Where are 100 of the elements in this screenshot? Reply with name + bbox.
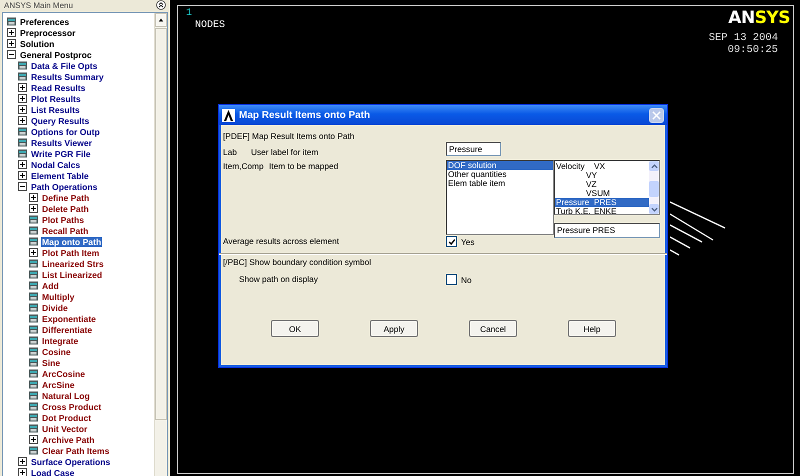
menu-item[interactable]: Element Table	[30, 170, 90, 180]
menu-item[interactable]: Divide	[41, 302, 69, 312]
command-icon	[7, 17, 16, 26]
field-label: User label for item	[251, 147, 318, 157]
menu-item[interactable]: Preferences	[19, 16, 70, 26]
menu-item[interactable]: Archive Path	[41, 434, 96, 444]
menu-item[interactable]: General Postproc	[19, 50, 93, 60]
menu-item[interactable]: List Linearized	[41, 270, 104, 280]
expander-icon[interactable]	[18, 457, 27, 466]
command-icon	[18, 127, 27, 136]
collapse-icon[interactable]	[156, 0, 166, 10]
menu-item[interactable]: Add	[41, 280, 60, 290]
menu-item[interactable]: Define Path	[41, 192, 90, 202]
menu-item[interactable]: Dot Product	[41, 412, 92, 422]
expander-icon[interactable]	[29, 435, 38, 444]
menu-item[interactable]: List Results	[30, 104, 81, 114]
menu-item[interactable]: Cosine	[41, 346, 72, 356]
scroll-up-button[interactable]	[155, 13, 167, 27]
expander-icon[interactable]	[18, 116, 27, 125]
expander-icon[interactable]	[18, 94, 27, 103]
menu-item[interactable]: Write PGR File	[30, 148, 92, 158]
menu-item[interactable]: Options for Outp	[30, 126, 101, 136]
expander-icon[interactable]	[7, 28, 16, 37]
menu-item[interactable]: Multiply	[41, 292, 76, 302]
expander-icon[interactable]	[18, 105, 27, 114]
expander-icon[interactable]	[29, 204, 38, 213]
checkbox[interactable]	[446, 236, 457, 247]
command-icon	[18, 61, 27, 70]
menu-item[interactable]: Clear Path Items	[41, 446, 110, 456]
menu-item[interactable]: Delete Path	[41, 204, 90, 214]
dialog-button[interactable]: OK	[271, 320, 319, 337]
expander-icon[interactable]	[29, 193, 38, 202]
menu-item[interactable]: Cross Product	[41, 402, 102, 412]
expander-icon[interactable]	[18, 468, 27, 476]
command-label: [/PBC] Show boundary condition symbol	[223, 257, 372, 268]
scroll-thumb[interactable]	[155, 28, 167, 420]
list-option[interactable]: Velocity VX	[555, 162, 649, 171]
dialog-button[interactable]: Apply	[370, 320, 418, 337]
menu-item[interactable]: ArcCosine	[41, 368, 86, 378]
expander-icon[interactable]	[29, 248, 38, 257]
command-label: [PDEF] Map Result Items onto Path	[223, 131, 356, 142]
menu-item[interactable]: Recall Path	[41, 226, 90, 236]
expander-icon[interactable]	[18, 83, 27, 92]
scrollbar[interactable]	[154, 13, 167, 476]
list-option[interactable]: Elem table item	[447, 179, 553, 188]
menu-item[interactable]: Differentiate	[41, 324, 94, 334]
checkbox[interactable]	[446, 274, 457, 285]
dialog-button[interactable]: Help	[568, 320, 616, 337]
command-icon	[29, 446, 38, 455]
list-option[interactable]: Pressure PRES	[555, 198, 649, 207]
menu-item[interactable]: ArcSine	[41, 380, 76, 390]
command-icon	[29, 336, 38, 345]
option-label: Show path on display	[238, 274, 319, 285]
expander-icon[interactable]	[7, 50, 16, 59]
expander-icon[interactable]	[18, 160, 27, 169]
scroll-thumb[interactable]	[649, 181, 659, 197]
command-icon	[29, 303, 38, 312]
scrollbar[interactable]	[649, 161, 659, 214]
menu-item[interactable]: Plot Paths	[41, 214, 86, 224]
menu-item[interactable]: Linearized Strs	[41, 258, 105, 268]
list-option[interactable]: VY	[555, 171, 649, 180]
list-option[interactable]: VSUM	[555, 189, 649, 198]
menu-item[interactable]: Map onto Path	[41, 236, 102, 246]
expander-icon[interactable]	[7, 39, 16, 48]
menu-item[interactable]: Integrate	[41, 336, 80, 346]
menu-item[interactable]: Exponentiate	[41, 314, 97, 324]
list-option[interactable]: Other quantities	[447, 170, 553, 179]
menu-item[interactable]: Plot Path Item	[41, 248, 100, 258]
scroll-down-button[interactable]	[649, 204, 659, 214]
command-icon	[29, 424, 38, 433]
component-list[interactable]: Velocity VX VY VZ VSUM Pressure PRES Turb K.E. ENKE	[554, 160, 660, 215]
expander-icon[interactable]	[18, 171, 27, 180]
plot-time: 09:50:25	[728, 44, 778, 56]
menu-item[interactable]: Read Results	[30, 82, 86, 92]
list-option[interactable]: DOF solution	[447, 161, 553, 170]
menu-item[interactable]: Results Viewer	[30, 138, 93, 148]
plot-date: SEP 13 2004	[708, 32, 778, 44]
command-icon	[29, 270, 38, 279]
list-option[interactable]: Turb K.E. ENKE	[555, 207, 649, 216]
menu-item[interactable]: Natural Log	[41, 390, 91, 400]
menu-item[interactable]: Data & File Opts	[30, 60, 98, 70]
label-input[interactable]: Pressure	[446, 142, 501, 156]
menu-item[interactable]: Query Results	[30, 116, 90, 126]
close-button[interactable]	[649, 108, 664, 122]
menu-item[interactable]: Sine	[41, 358, 62, 368]
menu-item[interactable]: Unit Vector	[41, 424, 88, 434]
menu-item[interactable]: Nodal Calcs	[30, 160, 82, 170]
command-icon	[29, 402, 38, 411]
category-list[interactable]: DOF solution Other quantities Elem table item	[446, 160, 554, 235]
plot-label: NODES	[195, 20, 226, 31]
menu-item[interactable]: Results Summary	[30, 72, 105, 82]
menu-item[interactable]: Surface Operations	[30, 456, 112, 466]
menu-item[interactable]: Load Case	[30, 468, 76, 476]
menu-item[interactable]: Path Operations	[30, 182, 98, 192]
expander-icon[interactable]	[18, 182, 27, 191]
dialog-button[interactable]: Cancel	[469, 320, 517, 337]
menu-item[interactable]: Plot Results	[30, 94, 82, 104]
list-option[interactable]: VZ	[555, 180, 649, 189]
menu-item[interactable]: Solution	[19, 38, 56, 48]
menu-item[interactable]: Preprocessor	[19, 28, 76, 38]
